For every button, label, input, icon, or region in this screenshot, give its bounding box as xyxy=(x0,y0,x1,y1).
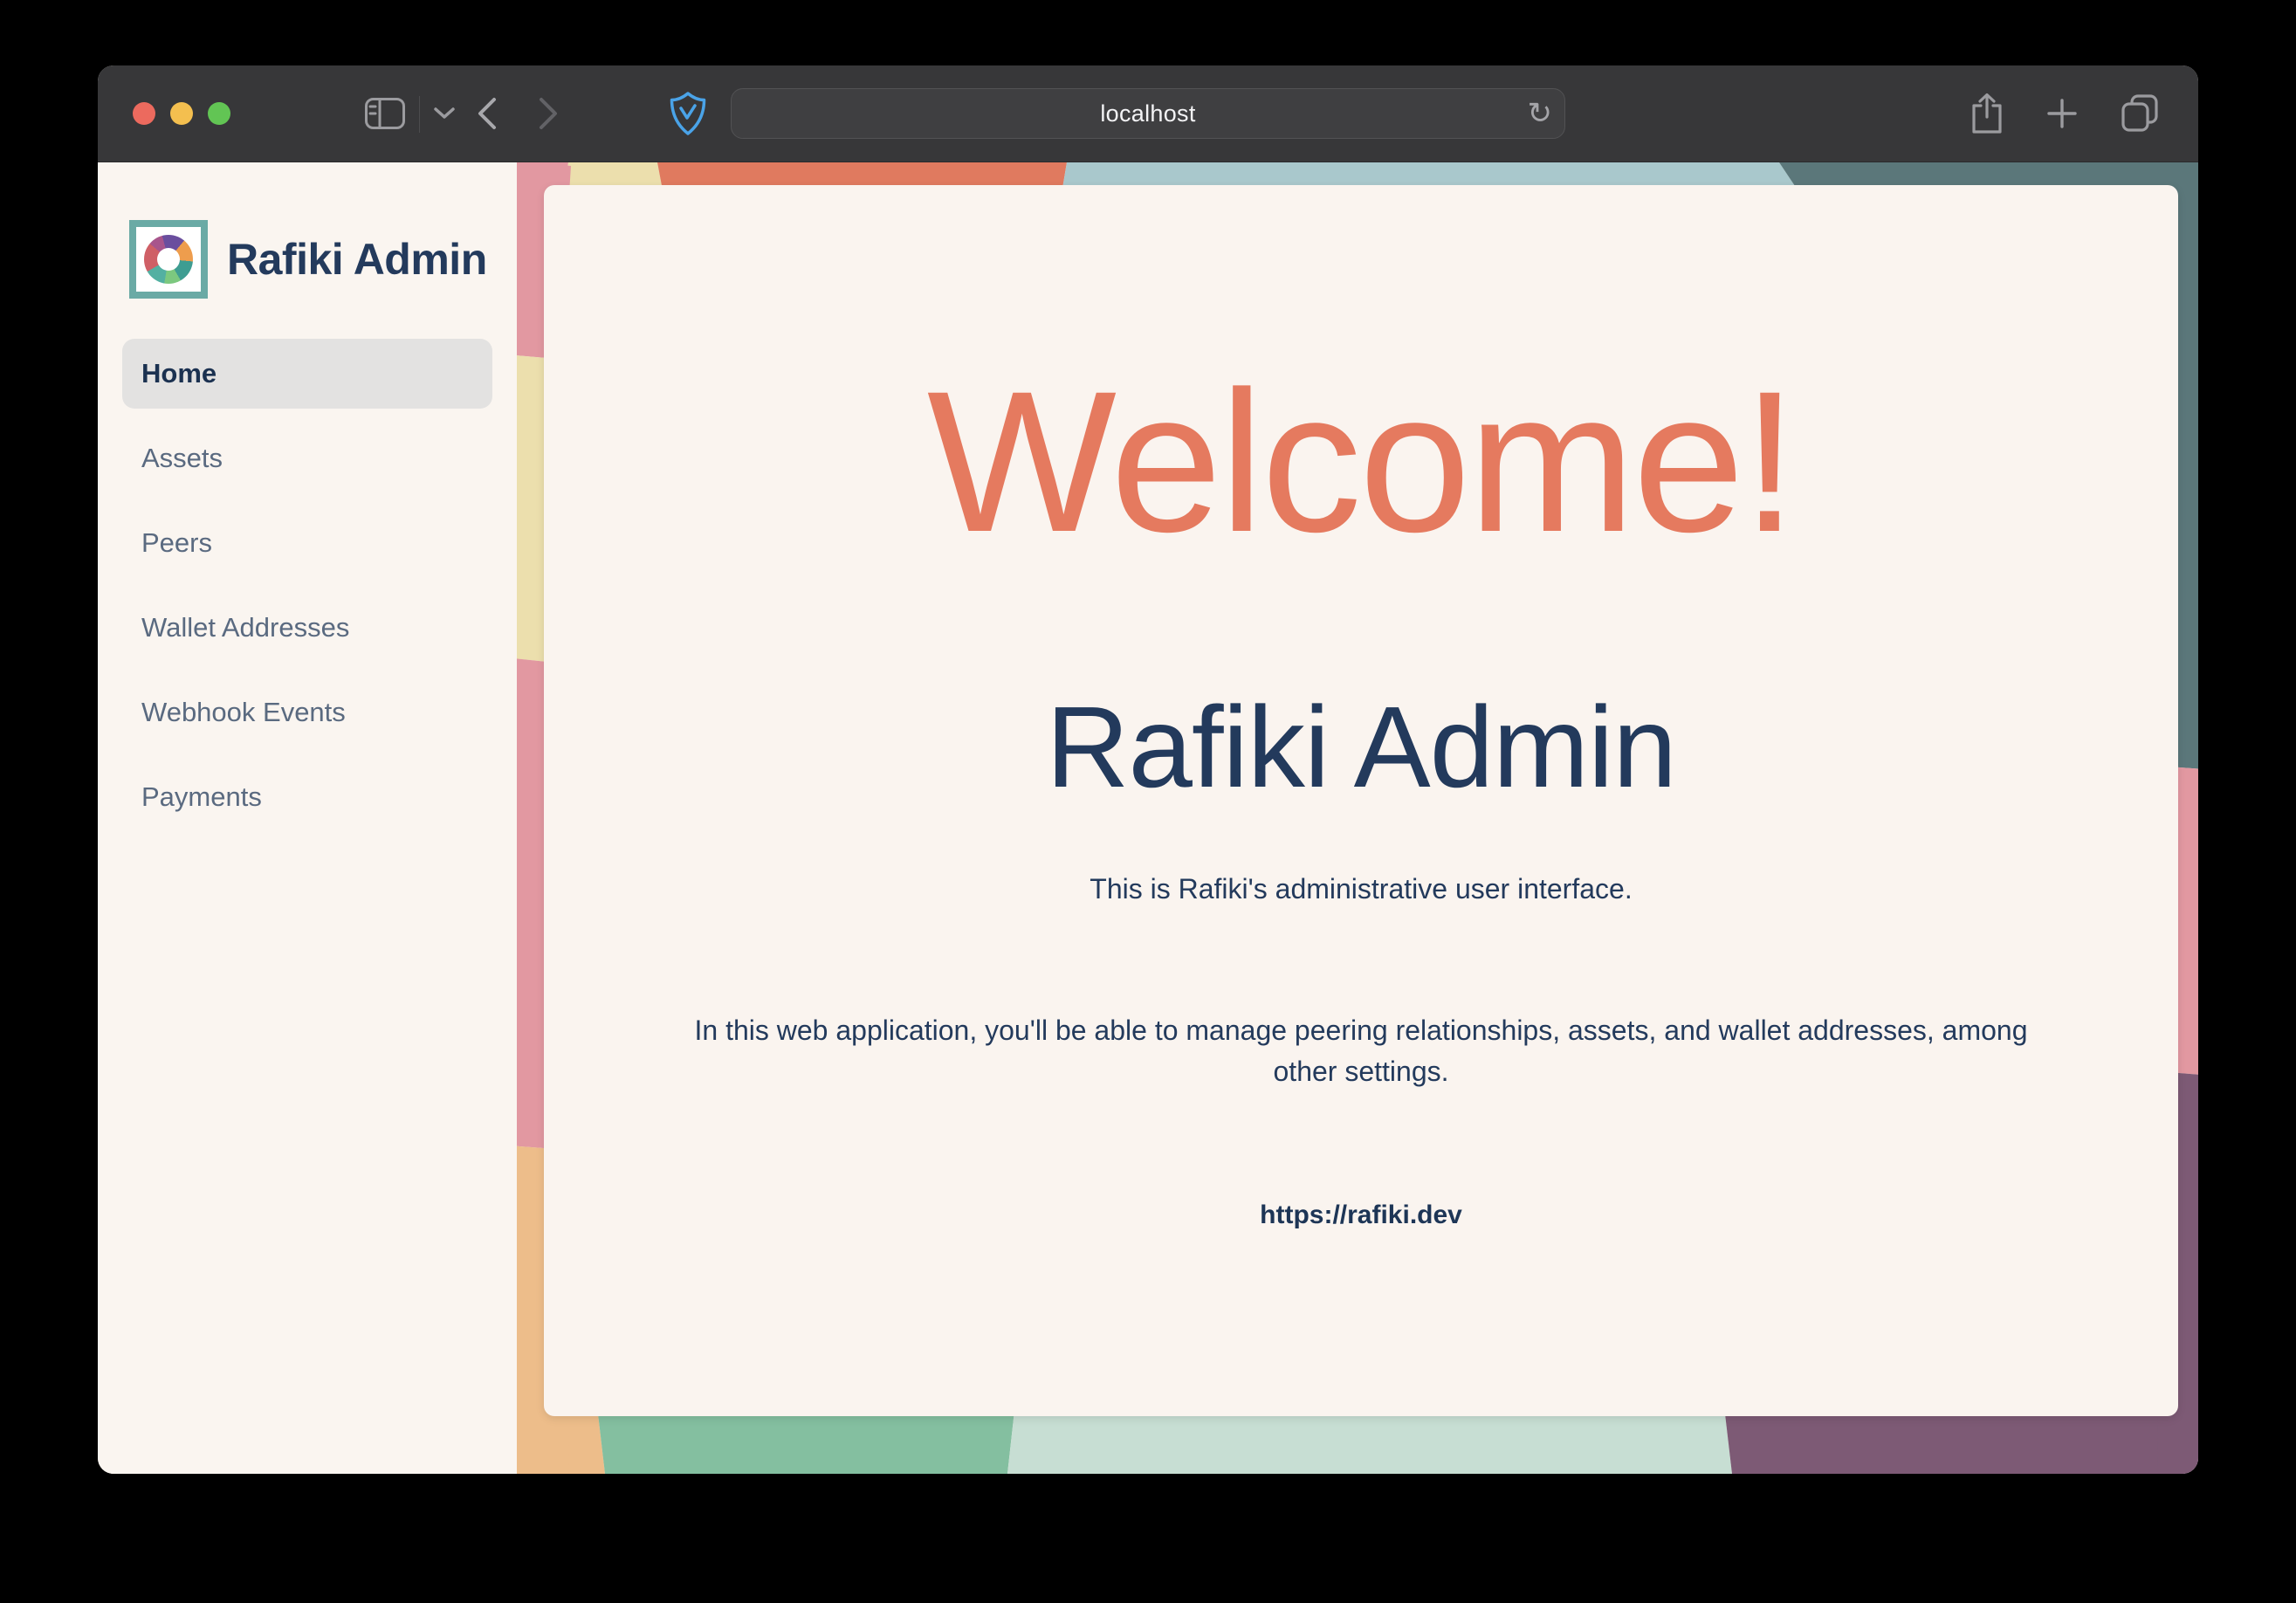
rafiki-dev-link[interactable]: https://rafiki.dev xyxy=(1260,1201,1462,1230)
forward-button[interactable] xyxy=(539,97,558,130)
brand-name: Rafiki Admin xyxy=(227,234,487,285)
brand: Rafiki Admin xyxy=(122,220,492,299)
close-button[interactable] xyxy=(133,102,155,125)
page-description: In this web application, you'll be able … xyxy=(671,1010,2051,1091)
window-content: Rafiki Admin Home Assets Peers Wallet Ad… xyxy=(98,162,2198,1474)
page-subtitle: This is Rafiki's administrative user int… xyxy=(1090,873,1632,905)
sidebar-toggle-icon[interactable] xyxy=(365,98,405,129)
minimize-button[interactable] xyxy=(170,102,193,125)
browser-window: localhost ↻ xyxy=(98,65,2198,1474)
sidebar: Rafiki Admin Home Assets Peers Wallet Ad… xyxy=(98,162,517,1474)
tab-overview-icon[interactable] xyxy=(2120,93,2160,134)
sidebar-item-payments[interactable]: Payments xyxy=(122,762,492,832)
page-title: Rafiki Admin xyxy=(1046,687,1676,808)
share-icon[interactable] xyxy=(1969,93,2004,134)
rafiki-logo-icon xyxy=(129,220,208,299)
traffic-lights xyxy=(133,65,230,162)
address-bar[interactable]: localhost ↻ xyxy=(731,88,1565,139)
titlebar-right-icons xyxy=(1969,65,2160,162)
sidebar-item-webhook-events[interactable]: Webhook Events xyxy=(122,678,492,747)
sidebar-item-peers[interactable]: Peers xyxy=(122,508,492,578)
reload-icon[interactable]: ↻ xyxy=(1528,99,1553,128)
sidebar-nav: Home Assets Peers Wallet Addresses Webho… xyxy=(122,339,492,832)
privacy-shield-icon[interactable] xyxy=(669,91,707,136)
sidebar-item-home[interactable]: Home xyxy=(122,339,492,409)
new-tab-icon[interactable] xyxy=(2046,98,2078,129)
tab-group-chevron-icon[interactable] xyxy=(434,107,455,120)
back-button[interactable] xyxy=(478,97,497,130)
sidebar-item-assets[interactable]: Assets xyxy=(122,423,492,493)
main-area: Welcome! Rafiki Admin This is Rafiki's a… xyxy=(517,162,2198,1474)
welcome-heading: Welcome! xyxy=(927,360,1795,565)
url-text: localhost xyxy=(1100,100,1195,127)
zoom-button[interactable] xyxy=(208,102,230,125)
welcome-card: Welcome! Rafiki Admin This is Rafiki's a… xyxy=(544,185,2178,1416)
toolbar-divider xyxy=(419,96,420,133)
sidebar-item-wallet-addresses[interactable]: Wallet Addresses xyxy=(122,593,492,663)
browser-titlebar: localhost ↻ xyxy=(98,65,2198,162)
